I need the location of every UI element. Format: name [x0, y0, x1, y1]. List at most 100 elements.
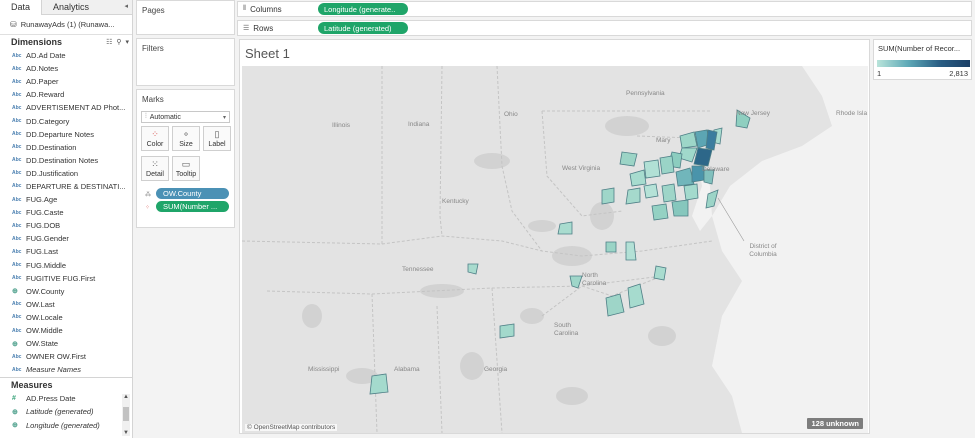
- dimension-field-name: DD.Destination Notes: [26, 155, 99, 165]
- color-icon: ⁘: [151, 129, 159, 139]
- string-type-icon: Abc: [12, 222, 22, 229]
- worksheet: Sheet 1 Pennsylvania New Jersey Rhode Is…: [239, 39, 870, 434]
- dimension-field[interactable]: Abc OW.Middle: [0, 324, 132, 337]
- sheet-title[interactable]: Sheet 1: [245, 46, 290, 61]
- dimension-field[interactable]: Abc FUG.DOB: [0, 219, 132, 232]
- size-button[interactable]: ⚬ Size: [172, 126, 200, 151]
- dimension-field[interactable]: Abc OW.Last: [0, 298, 132, 311]
- string-type-icon: Abc: [12, 183, 22, 190]
- dimension-field[interactable]: Abc DD.Departure Notes: [0, 128, 132, 141]
- string-type-icon: Abc: [12, 104, 22, 111]
- dimension-field[interactable]: Abc DD.Category: [0, 114, 132, 127]
- color-legend[interactable]: SUM(Number of Recor... 1 2,813: [873, 39, 972, 80]
- dimension-field-name: AD.Ad Date: [26, 51, 66, 61]
- string-type-icon: Abc: [12, 301, 22, 308]
- legend-color-ramp: [877, 60, 970, 67]
- collapse-pane-icon[interactable]: ◂: [120, 0, 132, 14]
- color-button[interactable]: ⁘ Color: [141, 126, 169, 151]
- menu-caret-icon[interactable]: ▾: [125, 38, 129, 46]
- scroll-down-icon[interactable]: ▼: [122, 430, 130, 436]
- globe-icon: ⊕: [12, 408, 18, 416]
- dimension-field[interactable]: Abc DD.Destination: [0, 141, 132, 154]
- datasource-item[interactable]: ⛁ RunawayAds (1) (Runawa...: [0, 15, 132, 35]
- rows-shelf[interactable]: ☰ Rows Latitude (generated): [237, 20, 972, 36]
- dimension-field[interactable]: Abc FUGITIVE FUG.First: [0, 272, 132, 285]
- dimension-field[interactable]: Abc OWNER OW.First: [0, 350, 132, 363]
- color-label: Color: [146, 141, 164, 148]
- dimension-field[interactable]: ⊕ OW.State: [0, 337, 132, 350]
- dimension-field-name: FUGITIVE FUG.First: [26, 273, 96, 283]
- detail-label: Detail: [146, 171, 164, 178]
- dimension-field-name: FUG.Age: [26, 195, 58, 205]
- dimension-field[interactable]: Abc Measure Names: [0, 363, 132, 376]
- sum-number-pill[interactable]: SUM(Number ...: [156, 201, 229, 212]
- string-type-icon: Abc: [12, 275, 22, 282]
- latitude-pill[interactable]: Latitude (generated): [318, 22, 408, 34]
- string-type-icon: Abc: [12, 314, 22, 321]
- number-icon: #: [12, 395, 16, 403]
- columns-shelf-label: ⦀ Columns: [238, 5, 318, 14]
- dimension-field[interactable]: Abc FUG.Last: [0, 245, 132, 258]
- label-label: Label: [208, 141, 226, 148]
- dimension-field-name: FUG.DOB: [26, 221, 61, 231]
- search-icon[interactable]: ⚲: [116, 38, 121, 46]
- dimensions-list: Abc AD.Ad Date Abc AD.Notes Abc AD.Paper Abc AD…: [0, 49, 132, 376]
- dimension-field[interactable]: Abc FUG.Caste: [0, 206, 132, 219]
- tab-analytics[interactable]: Analytics: [42, 0, 100, 14]
- longitude-pill[interactable]: Longitude (generate..: [318, 3, 408, 15]
- tooltip-button[interactable]: ▭ Tooltip: [172, 156, 200, 181]
- dimension-field[interactable]: Abc FUG.Age: [0, 193, 132, 206]
- dimension-field[interactable]: Abc AD.Reward: [0, 88, 132, 101]
- measures-list: # AD.Press Date ⊕ Latitude (generated) ⊕ Long…: [0, 392, 132, 431]
- columns-shelf[interactable]: ⦀ Columns Longitude (generate..: [237, 1, 972, 17]
- string-type-icon: Abc: [12, 131, 22, 138]
- label-button[interactable]: ▯ Label: [203, 126, 231, 151]
- dimension-field[interactable]: ⊕ OW.County: [0, 285, 132, 298]
- columns-text: Columns: [250, 4, 282, 14]
- measure-field[interactable]: ⊕ Latitude (generated): [0, 405, 132, 418]
- string-type-icon: Abc: [12, 78, 22, 85]
- map-label-delaware: Delaware: [702, 166, 730, 173]
- columns-icon: ⦀: [243, 5, 247, 12]
- pages-card[interactable]: Pages: [136, 0, 235, 35]
- map-label-alabama: Alabama: [394, 366, 420, 373]
- dimension-field[interactable]: Abc FUG.Gender: [0, 232, 132, 245]
- map-view[interactable]: Pennsylvania New Jersey Rhode Isla Illin…: [242, 66, 868, 433]
- dimension-field[interactable]: Abc ADVERTISEMENT AD Phot...: [0, 101, 132, 114]
- pages-title: Pages: [142, 6, 165, 15]
- datasource-name: RunawayAds (1) (Runawa...: [20, 20, 115, 29]
- globe-icon: ⊕: [12, 340, 18, 348]
- mark-type-icon: ⫶: [145, 113, 147, 120]
- ow-county-pill[interactable]: OW.County: [156, 188, 229, 199]
- dimension-field[interactable]: Abc DEPARTURE & DESTINATI...: [0, 180, 132, 193]
- dimension-field-name: FUG.Gender: [26, 234, 69, 244]
- dimension-field[interactable]: Abc DD.Destination Notes: [0, 154, 132, 167]
- view-toggle-icon[interactable]: ☷: [106, 38, 112, 46]
- scroll-up-icon[interactable]: ▲: [122, 394, 130, 400]
- dimension-field-name: OW.County: [26, 286, 65, 296]
- mark-type-dropdown[interactable]: ⫶ Automatic ▾: [141, 111, 230, 123]
- dimension-field-name: ADVERTISEMENT AD Phot...: [26, 103, 126, 113]
- scroll-thumb[interactable]: [123, 407, 129, 421]
- measure-field[interactable]: ⊕ Longitude (generated): [0, 419, 132, 432]
- tab-data[interactable]: Data: [0, 0, 43, 15]
- dimension-field[interactable]: Abc FUG.Middle: [0, 259, 132, 272]
- map-label-north-carolina: North Carolina: [582, 272, 607, 287]
- dimension-field-name: OW.Last: [26, 299, 55, 309]
- dimension-field[interactable]: Abc AD.Notes: [0, 62, 132, 75]
- dimension-field[interactable]: Abc AD.Ad Date: [0, 49, 132, 62]
- dimension-field-name: DEPARTURE & DESTINATI...: [26, 181, 126, 191]
- rows-text: Rows: [253, 23, 274, 33]
- detail-button[interactable]: ⁙ Detail: [141, 156, 169, 181]
- filters-card[interactable]: Filters: [136, 38, 235, 86]
- unknown-indicator[interactable]: 128 unknown: [807, 418, 863, 429]
- dimension-field[interactable]: Abc AD.Paper: [0, 75, 132, 88]
- dimension-field-name: OW.State: [26, 339, 59, 349]
- legend-max: 2,813: [949, 69, 968, 78]
- map-label-new-jersey: New Jersey: [736, 110, 770, 117]
- dimension-field[interactable]: Abc OW.Locale: [0, 311, 132, 324]
- dimension-field[interactable]: Abc DD.Justification: [0, 167, 132, 180]
- map-attribution[interactable]: © OpenStreetMap contributors: [245, 424, 338, 431]
- measures-scrollbar[interactable]: ▲ ▼: [122, 394, 130, 436]
- measure-field[interactable]: # AD.Press Date: [0, 392, 132, 405]
